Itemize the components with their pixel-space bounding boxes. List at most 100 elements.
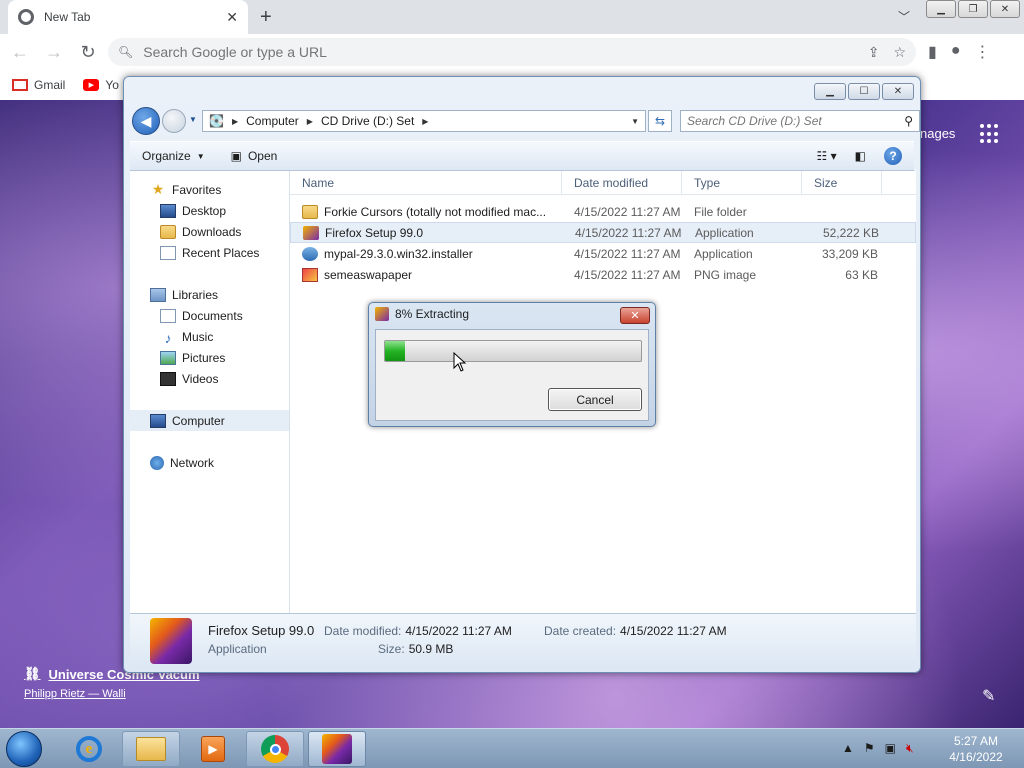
desktop-icon [160,203,176,218]
breadcrumb-separator-icon[interactable]: ▶ [307,117,313,126]
file-row[interactable]: Forkie Cursors (totally not modified mac… [290,201,916,222]
network-icon [150,455,164,470]
cancel-button[interactable]: Cancel [548,388,642,411]
omnibox-input[interactable] [143,44,858,60]
search-icon[interactable]: ⚲ [904,114,913,128]
breadcrumb-separator-icon[interactable]: ▶ [422,117,428,126]
file-type: File folder [694,204,747,219]
menu-kebab-icon[interactable]: ⋮ [974,42,990,62]
taskbar-firefox-setup[interactable] [308,731,366,767]
toolbar-right-actions: ▮ ● ⋮ [928,42,990,62]
file-name: mypal-29.3.0.win32.installer [324,246,473,261]
breadcrumb-separator-icon[interactable]: ▶ [232,117,238,126]
nav-recent-places[interactable]: Recent Places [130,242,289,263]
details-file-type: Application [208,642,267,656]
nav-favorites[interactable]: ★ Favorites [130,179,289,200]
refresh-button[interactable]: ⇆ [648,110,672,132]
file-row[interactable]: semeaswapaper 4/15/2022 11:27 AM PNG ima… [290,264,916,285]
address-dropdown-icon[interactable]: ▼ [631,117,639,126]
libraries-icon [150,287,166,302]
nav-computer[interactable]: Computer [130,410,289,431]
file-row-selected[interactable]: Firefox Setup 99.0 4/15/2022 11:27 AM Ap… [290,222,916,243]
start-button[interactable] [6,731,42,767]
open-button[interactable]: ▣ Open [231,149,278,163]
preview-pane-icon[interactable]: ◧ [855,149,866,163]
share-icon[interactable]: ⇪ [868,44,880,61]
reload-icon[interactable]: ↻ [78,42,98,63]
maximize-icon[interactable]: ☐ [848,83,880,100]
minimize-icon[interactable]: ▁ [814,83,846,100]
taskbar-internet-explorer[interactable]: e [60,731,118,767]
action-center-flag-icon[interactable]: ⚑ [864,741,875,756]
chrome-favicon-icon [18,9,34,25]
firefox-setup-icon [375,307,389,321]
minimize-icon[interactable]: ▁ [926,0,956,18]
chrome-icon [261,735,289,763]
nav-libraries[interactable]: Libraries [130,284,289,305]
bookmark-star-icon[interactable]: ☆ [893,44,906,61]
network-tray-icon[interactable]: ▣ [885,741,896,756]
close-window-icon[interactable]: ✕ [990,0,1020,18]
nav-network[interactable]: Network [130,452,289,473]
recent-pages-dropdown-icon[interactable]: ▼ [189,115,197,124]
back-button[interactable]: ◀ [132,107,160,135]
new-tab-plus-icon[interactable]: + [260,6,272,29]
bookmark-gmail[interactable]: Gmail [12,78,65,92]
forward-arrow-icon[interactable]: → [44,42,64,63]
extracting-dialog: 8% Extracting ✕ Cancel [368,302,656,427]
nav-downloads[interactable]: Downloads [130,221,289,242]
column-size[interactable]: Size [802,170,882,195]
nav-videos[interactable]: Videos [130,368,289,389]
nav-label: Recent Places [182,245,260,260]
view-options-icon[interactable]: ☷ ▾ [817,149,837,163]
column-name[interactable]: Name [290,170,562,195]
taskbar-chrome[interactable] [246,731,304,767]
close-tab-icon[interactable]: ✕ [226,9,238,26]
explorer-search-box[interactable]: ⚲ [680,110,920,132]
png-image-icon [302,267,318,282]
taskbar-windows-explorer[interactable] [122,731,180,767]
help-icon[interactable]: ? [884,147,902,165]
column-type[interactable]: Type [682,170,802,195]
google-apps-icon[interactable] [980,124,1000,144]
taskbar-media-player[interactable]: ▶ [184,731,242,767]
side-panel-icon[interactable]: ▮ [928,42,937,62]
forward-button[interactable] [162,109,186,133]
credit-author[interactable]: Philipp Rietz — Walli [24,688,200,700]
downloads-folder-icon [160,224,176,239]
back-arrow-icon[interactable]: ← [10,42,30,63]
volume-muted-icon[interactable]: 🔇︎ [906,741,914,756]
taskbar-clock[interactable]: 5:27 AM 4/16/2022 [936,733,1016,765]
breadcrumb-cd-drive[interactable]: CD Drive (D:) Set [321,114,414,128]
column-date-modified[interactable]: Date modified [562,170,682,195]
organize-button[interactable]: Organize ▼ [142,149,205,163]
address-bar[interactable]: 💽 ▶ Computer ▶ CD Drive (D:) Set ▶ ▼ [202,110,646,132]
profile-avatar-icon[interactable]: ● [951,42,961,62]
nav-documents[interactable]: Documents [130,305,289,326]
file-size: 63 KB [845,267,878,282]
refresh-icon: ⇆ [654,114,666,128]
customize-pencil-icon[interactable]: ✎ [982,686,995,706]
show-hidden-icons-chevron-icon[interactable]: ▲ [842,741,854,756]
media-player-icon: ▶ [201,736,225,762]
nav-pictures[interactable]: Pictures [130,347,289,368]
bookmark-youtube[interactable]: ▶ Yo [83,78,119,92]
nav-desktop[interactable]: Desktop [130,200,289,221]
command-bar: Organize ▼ ▣ Open ☷ ▾ ◧ ? [130,141,914,171]
clock-date: 4/16/2022 [949,750,1003,764]
dialog-body: Cancel [375,329,649,421]
tab-search-chevron-icon[interactable]: ﹀ [898,8,910,25]
tab-new-tab[interactable]: New Tab ✕ [8,0,248,34]
images-link[interactable]: nages [920,126,955,141]
nav-music[interactable]: ♪ Music [130,326,289,347]
dialog-close-button[interactable]: ✕ [620,307,650,324]
nav-label: Desktop [182,203,227,218]
explorer-search-input[interactable] [687,114,905,128]
system-tray: ▲ ⚑ ▣ 🔇︎ [842,741,914,756]
breadcrumb-computer[interactable]: Computer [246,114,299,128]
omnibox[interactable]: 🔍︎ ⇪ ☆ [108,38,916,66]
restore-icon[interactable]: ❐ [958,0,988,18]
close-window-icon[interactable]: ✕ [882,83,914,100]
taskbar: e ▶ ▲ ⚑ ▣ 🔇︎ 5:27 AM 4/16/2022 [0,728,1024,768]
file-row[interactable]: mypal-29.3.0.win32.installer 4/15/2022 1… [290,243,916,264]
